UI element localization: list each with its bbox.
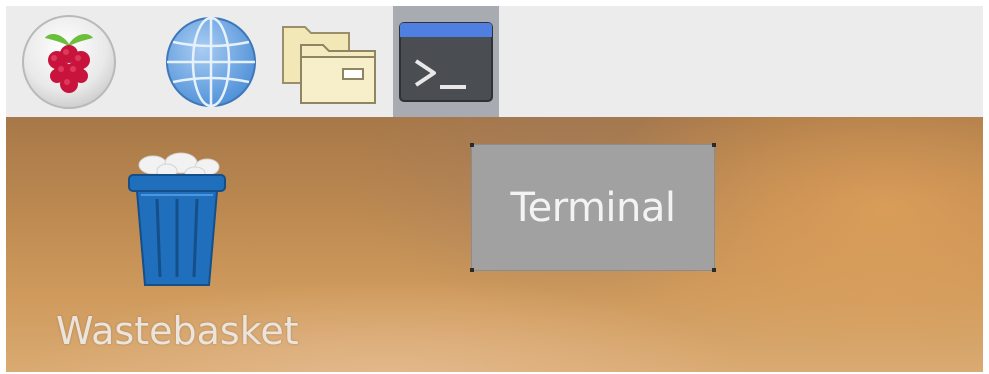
taskbar: [6, 6, 983, 117]
tooltip-corner: [470, 268, 474, 272]
terminal-icon: [399, 21, 493, 102]
wastebasket-label: Wastebasket: [56, 309, 299, 353]
terminal-tooltip: Terminal: [470, 143, 716, 272]
terminal-button[interactable]: [393, 6, 499, 117]
web-browser-globe-icon: [166, 16, 256, 107]
file-manager-button[interactable]: [276, 6, 382, 117]
screen: Wastebasket Terminal: [6, 6, 983, 372]
tooltip-corner: [712, 268, 716, 272]
wastebasket-icon: [128, 152, 227, 286]
tooltip-corner: [712, 143, 716, 147]
file-manager-folders-icon: [282, 25, 376, 104]
desktop: Wastebasket Terminal: [6, 117, 983, 372]
menu-button[interactable]: [16, 6, 122, 117]
wastebasket-desktop-icon[interactable]: Wastebasket: [56, 149, 299, 353]
raspberry-menu-icon: [22, 14, 116, 109]
tooltip-text: Terminal: [510, 184, 676, 231]
tooltip-corner: [470, 143, 474, 147]
web-browser-button[interactable]: [158, 6, 264, 117]
